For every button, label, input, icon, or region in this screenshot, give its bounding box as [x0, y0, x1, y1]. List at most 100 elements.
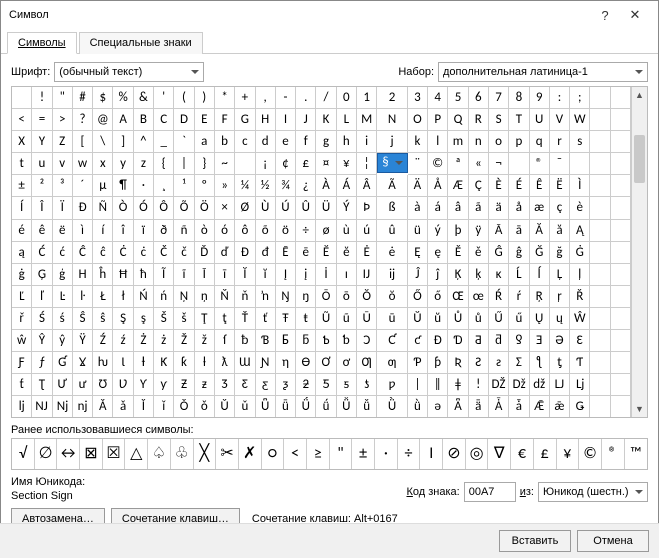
symbol-cell[interactable]: ¯: [550, 153, 570, 175]
symbol-cell[interactable]: e: [276, 131, 296, 153]
symbol-cell[interactable]: Û: [296, 197, 316, 219]
symbol-cell[interactable]: Š: [154, 308, 174, 330]
symbol-cell[interactable]: ƹ: [256, 374, 276, 396]
symbol-cell[interactable]: y: [113, 153, 133, 175]
symbol-cell[interactable]: Ə: [550, 330, 570, 352]
symbol-cell[interactable]: [611, 286, 631, 308]
symbol-cell[interactable]: ř: [12, 308, 32, 330]
symbol-cell[interactable]: ƃ: [296, 330, 316, 352]
symbol-cell[interactable]: Ǥ: [570, 396, 590, 417]
symbol-cell[interactable]: ¡: [256, 153, 276, 175]
symbol-cell[interactable]: Ư: [53, 374, 73, 396]
symbol-cell[interactable]: Ł: [93, 286, 113, 308]
symbol-cell[interactable]: ǁ: [428, 374, 448, 396]
symbol-cell[interactable]: [590, 175, 610, 197]
symbol-cell[interactable]: ū: [377, 308, 407, 330]
symbol-cell[interactable]: (: [174, 87, 194, 109]
symbol-cell[interactable]: Ǌ: [32, 396, 52, 417]
symbol-cell[interactable]: Ƙ: [154, 352, 174, 374]
symbol-cell[interactable]: ć: [53, 242, 73, 264]
symbol-cell[interactable]: ƀ: [235, 330, 255, 352]
symbol-cell[interactable]: Ɗ: [448, 330, 468, 352]
recent-cell[interactable]: ☒: [103, 439, 126, 469]
symbol-cell[interactable]: Ǎ: [93, 396, 113, 417]
recent-cell[interactable]: ™: [625, 439, 647, 469]
symbol-cell[interactable]: Ƨ: [469, 352, 489, 374]
symbol-cell[interactable]: º: [195, 175, 215, 197]
symbol-cell[interactable]: Ǡ: [489, 396, 509, 417]
symbol-cell[interactable]: Ɵ: [296, 352, 316, 374]
symbol-cell[interactable]: <: [12, 109, 32, 131]
symbol-cell[interactable]: Ű: [489, 308, 509, 330]
recent-cell[interactable]: ♤: [148, 439, 171, 469]
recent-cell[interactable]: £: [534, 439, 557, 469]
symbol-cell[interactable]: ŧ: [296, 308, 316, 330]
symbol-cell[interactable]: ]: [113, 131, 133, 153]
recent-cell[interactable]: △: [125, 439, 148, 469]
symbol-cell[interactable]: Ê: [530, 175, 550, 197]
symbol-cell[interactable]: ĕ: [337, 242, 357, 264]
cancel-button[interactable]: Отмена: [577, 530, 649, 552]
symbol-cell[interactable]: [611, 242, 631, 264]
symbol-cell[interactable]: š: [174, 308, 194, 330]
symbol-cell[interactable]: ƚ: [195, 352, 215, 374]
symbol-cell[interactable]: ò: [195, 220, 215, 242]
symbol-cell[interactable]: Ƭ: [570, 352, 590, 374]
symbol-cell[interactable]: µ: [93, 175, 113, 197]
symbol-cell[interactable]: [590, 242, 610, 264]
symbol-cell[interactable]: [590, 330, 610, 352]
symbol-cell[interactable]: [12, 87, 32, 109]
symbol-cell[interactable]: Ÿ: [73, 330, 93, 352]
symbol-cell[interactable]: ĳ: [377, 264, 407, 286]
symbol-cell[interactable]: Ŕ: [489, 286, 509, 308]
symbol-cell[interactable]: ǝ: [428, 396, 448, 417]
scroll-track[interactable]: [632, 103, 647, 401]
symbol-cell[interactable]: 7: [489, 87, 509, 109]
symbol-cell[interactable]: Ĥ: [73, 264, 93, 286]
symbol-cell[interactable]: Ù: [256, 197, 276, 219]
symbol-cell[interactable]: Ɠ: [53, 352, 73, 374]
recent-cell[interactable]: ≥: [307, 439, 330, 469]
recent-cell[interactable]: I: [420, 439, 443, 469]
symbol-cell[interactable]: ţ: [215, 308, 235, 330]
symbol-cell[interactable]: Ī: [195, 264, 215, 286]
symbol-cell[interactable]: ¬: [489, 153, 509, 175]
symbol-cell[interactable]: [611, 396, 631, 417]
symbol-cell[interactable]: ǘ: [316, 396, 336, 417]
symbol-cell[interactable]: Ń: [134, 286, 154, 308]
symbol-cell[interactable]: Ē: [276, 242, 296, 264]
tab-symbols[interactable]: Символы: [7, 32, 77, 54]
symbol-cell[interactable]: k: [408, 131, 428, 153]
help-icon[interactable]: ?: [590, 8, 620, 23]
symbol-cell[interactable]: 1: [357, 87, 377, 109]
symbol-cell[interactable]: Ǣ: [530, 396, 550, 417]
symbol-grid[interactable]: !"#$%&'()*+,-./0123456789:;<=>?@ABCDEFGH…: [12, 87, 631, 417]
symbol-cell[interactable]: ƅ: [337, 330, 357, 352]
set-select[interactable]: дополнительная латиница-1: [438, 62, 648, 82]
symbol-cell[interactable]: [590, 109, 610, 131]
symbol-cell[interactable]: ƭ: [12, 374, 32, 396]
symbol-cell[interactable]: Ş: [113, 308, 133, 330]
symbol-cell[interactable]: ğ: [550, 242, 570, 264]
symbol-cell[interactable]: Ǝ: [530, 330, 550, 352]
recent-cell[interactable]: ╳: [194, 439, 217, 469]
symbol-cell[interactable]: Ä: [408, 175, 428, 197]
symbol-cell[interactable]: ƻ: [296, 374, 316, 396]
symbol-cell[interactable]: Ø: [235, 197, 255, 219]
symbol-cell[interactable]: ¤: [316, 153, 336, 175]
symbol-cell[interactable]: ơ: [337, 352, 357, 374]
symbol-cell[interactable]: ǎ: [113, 396, 133, 417]
symbol-cell[interactable]: Þ: [357, 197, 377, 219]
symbol-cell[interactable]: ƨ: [489, 352, 509, 374]
symbol-cell[interactable]: ': [154, 87, 174, 109]
symbol-cell[interactable]: P: [428, 109, 448, 131]
symbol-cell[interactable]: ş: [134, 308, 154, 330]
symbol-cell[interactable]: ǜ: [408, 396, 428, 417]
symbol-cell[interactable]: a: [195, 131, 215, 153]
symbol-cell[interactable]: $: [93, 87, 113, 109]
recent-cell[interactable]: ÷: [398, 439, 421, 469]
symbol-cell[interactable]: [611, 220, 631, 242]
symbol-cell[interactable]: ǋ: [53, 396, 73, 417]
symbol-cell[interactable]: 5: [448, 87, 468, 109]
symbol-cell[interactable]: Ǘ: [296, 396, 316, 417]
